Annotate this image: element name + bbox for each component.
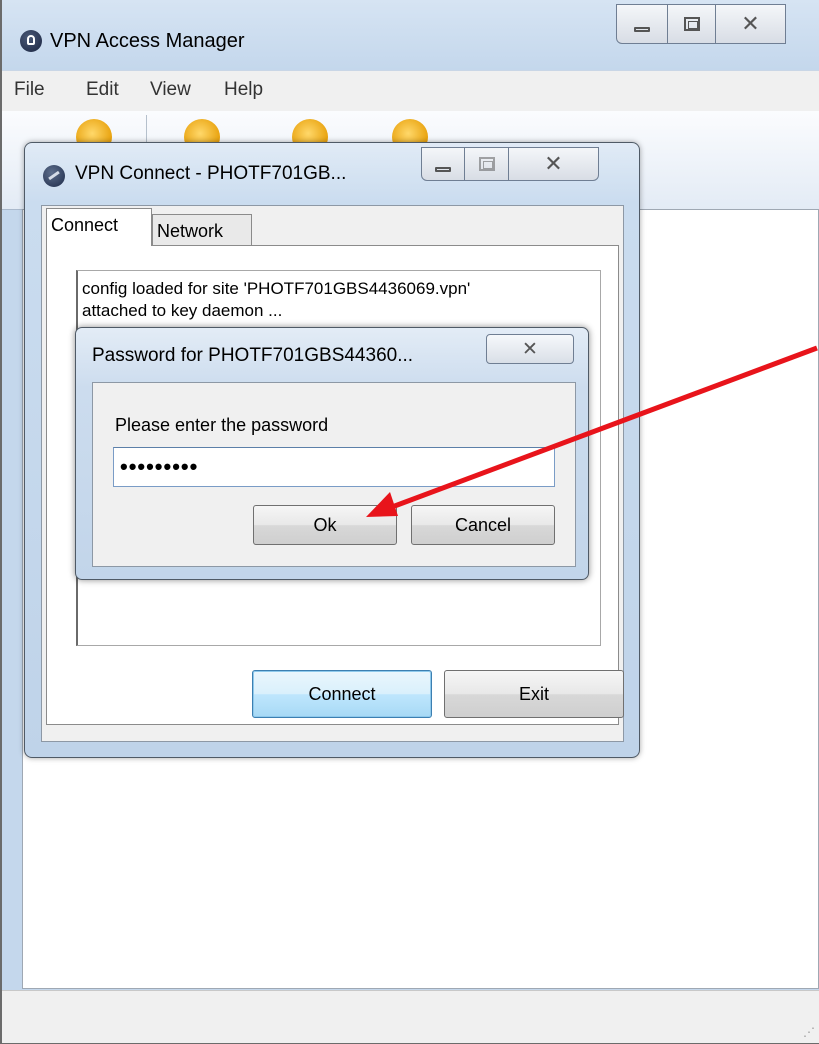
exit-button[interactable]: Exit [444,670,624,718]
menu-bar: File Edit View Help [2,70,819,112]
password-dialog-body: Please enter the password ••••••••• Ok C… [92,382,576,567]
close-icon: ✕ [544,151,563,176]
vpn-minimize-button[interactable] [421,147,465,181]
tab-network[interactable]: Network [152,214,252,246]
connect-button[interactable]: Connect [252,670,432,718]
resize-grip-icon[interactable]: ⋰ [803,1025,815,1039]
ok-button[interactable]: Ok [253,505,397,545]
log-line: attached to key daemon ... [82,301,283,320]
password-dialog: Password for PHOTF701GBS44360... ✕ Pleas… [75,327,589,580]
maximize-icon [478,157,495,171]
main-minimize-button[interactable] [616,4,668,44]
password-dialog-title: Password for PHOTF701GBS44360... [92,345,414,366]
main-title-bar[interactable]: VPN Access Manager ✕ [2,0,819,70]
menu-file[interactable]: File [14,79,45,101]
maximize-icon [683,17,700,31]
menu-edit[interactable]: Edit [86,79,119,101]
vpn-close-button[interactable]: ✕ [509,147,599,181]
vpn-window-controls: ✕ [421,147,599,183]
minimize-icon [634,26,650,32]
password-input[interactable]: ••••••••• [113,447,555,487]
password-close-button[interactable]: ✕ [486,334,574,364]
menu-view[interactable]: View [150,79,191,101]
main-window-title: VPN Access Manager [50,30,245,52]
log-line: config loaded for site 'PHOTF701GBS44360… [82,279,471,298]
close-icon: ✕ [741,11,760,36]
minimize-icon [435,166,451,172]
main-close-button[interactable]: ✕ [716,4,786,44]
status-bar: ⋰ [2,990,819,1043]
main-window-controls: ✕ [616,4,786,46]
cancel-button[interactable]: Cancel [411,505,555,545]
padlock-icon [20,30,42,52]
main-maximize-button[interactable] [668,4,716,44]
vpn-globe-icon [43,165,65,187]
password-prompt: Please enter the password [115,415,329,435]
vpn-connect-title: VPN Connect - PHOTF701GB... [75,163,347,184]
close-icon: ✕ [522,338,538,360]
tab-connect[interactable]: Connect [46,208,152,246]
vpn-maximize-button[interactable] [465,147,509,181]
menu-help[interactable]: Help [224,79,263,101]
